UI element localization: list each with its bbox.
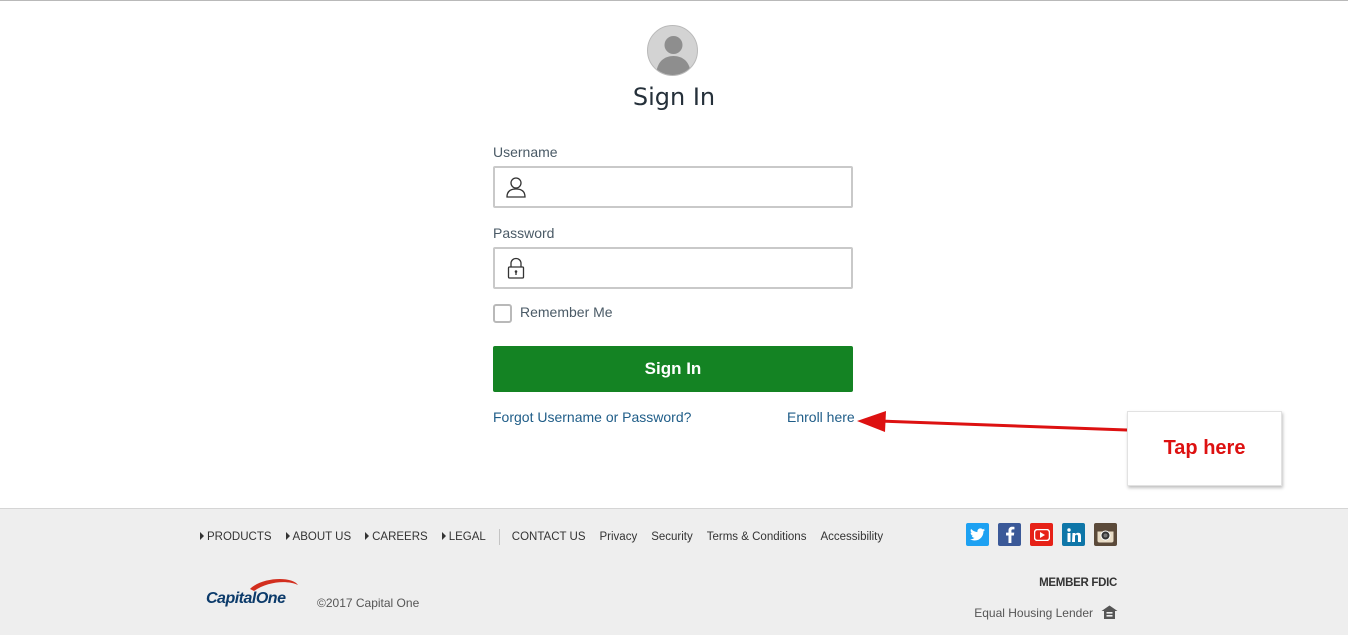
enroll-link[interactable]: Enroll here	[787, 409, 855, 425]
page-title: Sign In	[632, 83, 716, 111]
callout-text: Tap here	[1163, 437, 1246, 459]
equal-housing-icon	[1101, 605, 1118, 620]
facebook-icon[interactable]	[998, 523, 1021, 546]
sign-in-button[interactable]: Sign In	[493, 346, 853, 392]
password-input[interactable]	[535, 249, 845, 287]
equal-housing-lender: Equal Housing Lender	[974, 606, 1093, 620]
forgot-credentials-link[interactable]: Forgot Username or Password?	[493, 409, 691, 425]
caret-right-icon	[285, 532, 290, 540]
password-field[interactable]	[493, 247, 853, 289]
social-links	[966, 523, 1126, 546]
username-label: Username	[493, 144, 558, 160]
member-fdic: MEMBER FDIC	[1039, 577, 1117, 589]
caret-right-icon	[365, 532, 370, 540]
footer-link-contact-us[interactable]: CONTACT US	[512, 531, 586, 543]
twitter-icon[interactable]	[966, 523, 989, 546]
footer-link-careers[interactable]: CAREERS	[365, 531, 428, 543]
avatar-icon	[647, 25, 698, 76]
linkedin-icon[interactable]	[1062, 523, 1085, 546]
lock-icon	[505, 257, 527, 279]
caret-right-icon	[200, 532, 204, 540]
footer-link-legal[interactable]: LEGAL	[441, 531, 486, 543]
remember-me-label[interactable]: Remember Me	[520, 304, 613, 320]
youtube-icon[interactable]	[1030, 523, 1053, 546]
caret-right-icon	[441, 532, 446, 540]
instagram-icon[interactable]	[1094, 523, 1117, 546]
footer-divider	[498, 529, 500, 545]
password-label: Password	[493, 225, 555, 241]
footer-link-products[interactable]: PRODUCTS	[200, 531, 272, 543]
username-field[interactable]	[493, 166, 853, 208]
page: Sign In Username Password Remember Me Si…	[0, 0, 1348, 635]
footer-nav: PRODUCTS ABOUT US CAREERS LEGAL CONTACT …	[200, 527, 897, 547]
copyright: ©2017 Capital One	[317, 596, 420, 610]
footer-link-terms[interactable]: Terms & Conditions	[707, 531, 807, 543]
capital-one-logo[interactable]: CapitalOne	[206, 579, 306, 615]
footer-link-accessibility[interactable]: Accessibility	[820, 531, 883, 543]
footer-link-security[interactable]: Security	[651, 531, 693, 543]
user-icon	[505, 176, 527, 198]
footer-link-privacy[interactable]: Privacy	[600, 531, 638, 543]
remember-me-checkbox[interactable]	[493, 304, 512, 323]
footer-link-about-us[interactable]: ABOUT US	[285, 531, 351, 543]
footer: PRODUCTS ABOUT US CAREERS LEGAL CONTACT …	[0, 508, 1348, 635]
username-input[interactable]	[535, 168, 845, 206]
annotation-callout: Tap here	[1127, 411, 1282, 486]
